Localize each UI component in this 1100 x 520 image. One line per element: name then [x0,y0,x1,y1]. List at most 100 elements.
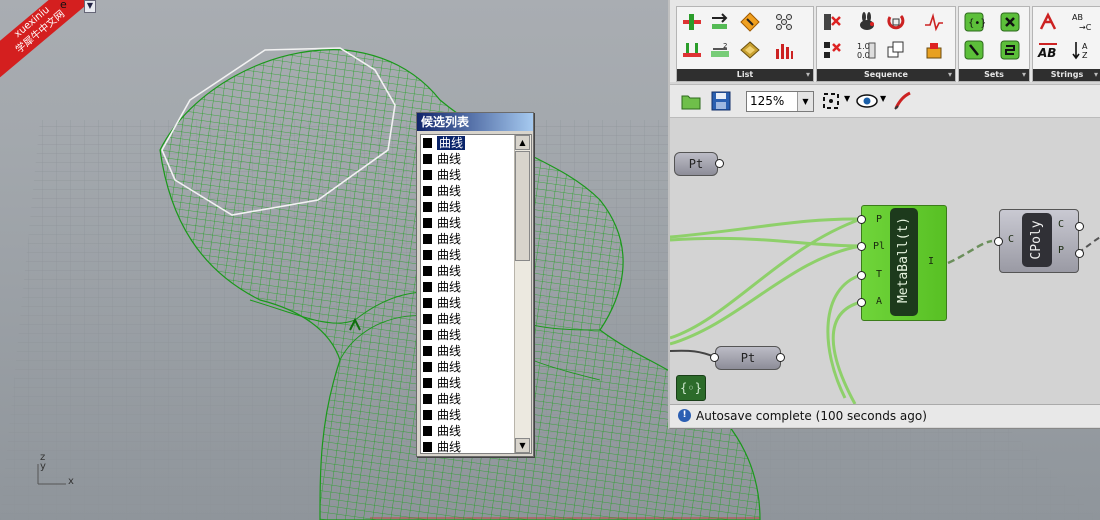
weave-icon[interactable] [739,39,761,61]
candidate-list-item[interactable]: 曲线 [421,343,514,359]
checkbox-icon[interactable] [423,234,432,244]
candidate-list-item[interactable]: 曲线 [421,231,514,247]
cull-pattern-icon[interactable] [821,11,843,33]
scroll-down-button[interactable]: ▼ [515,438,530,453]
text-concat-icon[interactable]: AB→C [1071,11,1093,33]
candidate-list-item[interactable]: 曲线 [421,199,514,215]
checkbox-icon[interactable] [423,170,432,180]
stack-data-icon[interactable] [923,39,945,61]
candidate-list-item[interactable]: 曲线 [421,407,514,423]
metaball-input-port-p[interactable] [857,215,866,224]
ribbon-group-label-sequence[interactable]: Sequence ▾ [817,69,955,81]
ribbon-group-label-sets[interactable]: Sets ▾ [959,69,1029,81]
dispatch-icon[interactable] [773,11,795,33]
list-item-icon[interactable] [709,11,731,33]
sub-list-icon[interactable]: 2 [709,39,731,61]
fibonacci-icon[interactable] [923,11,945,33]
range-icon[interactable]: 1.00.0 [855,39,877,61]
pt-param-bottom[interactable]: Pt [715,346,781,370]
set-majority-icon[interactable] [999,39,1021,61]
candidate-list-item[interactable]: 曲线 [421,247,514,263]
candidate-list-item[interactable]: 曲线 [421,327,514,343]
candidate-list-item[interactable]: 曲线 [421,279,514,295]
text-split-icon[interactable] [1037,11,1059,33]
checkbox-icon[interactable] [423,298,432,308]
pt-bottom-input-port[interactable] [710,353,719,362]
metaball-input-port-pl[interactable] [857,242,866,251]
candidate-list-item[interactable]: 曲线 [421,167,514,183]
cpoly-output-port-p[interactable] [1075,249,1084,258]
candidate-list-item[interactable]: 曲线 [421,263,514,279]
checkbox-icon[interactable] [423,378,432,388]
pt-top-output-port[interactable] [715,159,724,168]
checkbox-icon[interactable] [423,410,432,420]
duplicate-icon[interactable] [885,39,907,61]
set-intersection-icon[interactable] [963,39,985,61]
candidate-list-item[interactable]: 曲线 [421,359,514,375]
checkbox-icon[interactable] [423,218,432,228]
bar-graph-icon[interactable] [773,39,795,61]
cull-index-icon[interactable] [821,39,843,61]
candidate-list-item[interactable]: 曲线 [421,311,514,327]
checkbox-icon[interactable] [423,346,432,356]
candidate-list-item[interactable]: 曲线 [421,295,514,311]
cluster-icon[interactable]: {◦} [676,375,706,401]
split-list-icon[interactable] [681,39,703,61]
ribbon-group-label-strings[interactable]: Strings ▾ [1033,69,1100,81]
metaball-input-port-t[interactable] [857,271,866,280]
save-file-icon[interactable] [710,90,732,112]
expand-arrow-icon[interactable]: ▾ [806,69,810,81]
candidate-list-body[interactable]: 曲线 曲线 曲线 曲线 曲线 曲线 曲线 曲线 曲线 曲线 曲线 曲线 曲线 曲线 曲线 曲线 曲线 曲线 曲线 曲线… [420,134,532,454]
checkbox-icon[interactable] [423,394,432,404]
random-rabbit-icon[interactable] [855,11,877,33]
checkbox-icon[interactable] [423,186,432,196]
cpoly-component[interactable]: CPoly C C P [999,209,1079,273]
metaball-input-port-a[interactable] [857,298,866,307]
sketch-pen-icon[interactable] [892,90,914,112]
candidate-list-item[interactable]: 曲线 [421,183,514,199]
open-file-icon[interactable] [680,90,702,112]
checkbox-icon[interactable] [423,250,432,260]
candidate-list-item[interactable]: 曲线 [421,215,514,231]
candidate-list-item[interactable]: 曲线 [421,391,514,407]
metaball-component[interactable]: MetaBall(t) P Pl T A I [861,205,947,321]
pt-bottom-output-port[interactable] [776,353,785,362]
chevron-down-icon[interactable]: ▼ [880,94,886,103]
checkbox-icon[interactable] [423,202,432,212]
viewport-title[interactable]: e [60,0,67,11]
set-union-icon[interactable]: {•} [963,11,985,33]
checkbox-icon[interactable] [423,138,432,148]
candidate-list-item[interactable]: 曲线 [421,151,514,167]
grasshopper-canvas[interactable]: Pt Pt MetaBall(t) P Pl T A I CPoly C C P… [670,118,1100,404]
set-difference-icon[interactable] [999,11,1021,33]
chevron-down-icon[interactable]: ▼ [797,92,813,111]
preview-eye-icon[interactable] [856,90,878,112]
scroll-up-button[interactable]: ▲ [515,135,530,150]
text-fragment-icon[interactable]: AB [1037,39,1059,61]
candidate-list-item[interactable]: 曲线 [421,375,514,391]
checkbox-icon[interactable] [423,442,432,452]
checkbox-icon[interactable] [423,362,432,372]
checkbox-icon[interactable] [423,154,432,164]
ribbon-group-label-list[interactable]: List ▾ [677,69,813,81]
candidate-list-title[interactable]: 候选列表 [417,113,533,131]
expand-arrow-icon[interactable]: ▾ [1022,69,1026,81]
zoom-level-dropdown[interactable]: 125% ▼ [746,91,814,112]
checkbox-icon[interactable] [423,266,432,276]
checkbox-icon[interactable] [423,282,432,292]
candidate-list-popup[interactable]: 候选列表 曲线 曲线 曲线 曲线 曲线 曲线 曲线 曲线 曲线 曲线 曲线 曲线 曲线 曲线 曲线 曲线 曲线曲… [416,112,534,457]
zoom-extents-icon[interactable] [820,90,842,112]
candidate-list-item[interactable]: 曲线 [421,135,514,151]
expand-arrow-icon[interactable]: ▾ [1094,69,1098,81]
expand-arrow-icon[interactable]: ▾ [948,69,952,81]
viewport-menu-dropdown-icon[interactable]: ▼ [84,0,96,13]
candidate-list-scrollbar[interactable]: ▲ ▼ [514,135,531,453]
checkbox-icon[interactable] [423,330,432,340]
checkbox-icon[interactable] [423,314,432,324]
shift-list-icon[interactable] [681,11,703,33]
checkbox-icon[interactable] [423,426,432,436]
cpoly-output-port-c[interactable] [1075,222,1084,231]
candidate-list-item[interactable]: 曲线 [421,439,514,453]
chevron-down-icon[interactable]: ▼ [844,94,850,103]
candidate-list-item[interactable]: 曲线 [421,423,514,439]
